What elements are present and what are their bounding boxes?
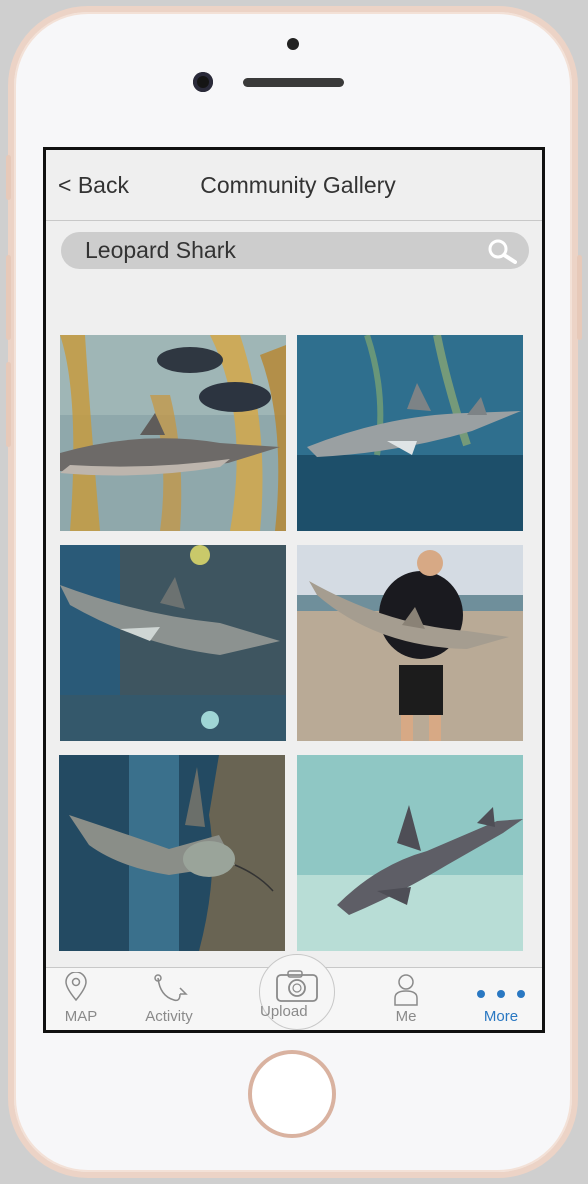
gallery-photo-1[interactable] xyxy=(60,335,286,531)
tab-upload-label: Upload xyxy=(260,1003,308,1020)
tab-more-label: More xyxy=(483,1008,519,1025)
search-field[interactable]: Leopard Shark xyxy=(61,232,529,269)
tab-activity[interactable]: Activity xyxy=(134,968,204,1030)
earpiece-speaker xyxy=(243,78,344,87)
tab-me-label: Me xyxy=(395,1008,417,1025)
gallery-photo-3[interactable] xyxy=(60,545,286,741)
power-button xyxy=(577,255,582,340)
volume-down-button xyxy=(6,362,11,447)
tab-me[interactable]: Me xyxy=(371,968,441,1030)
tab-map[interactable]: MAP xyxy=(46,968,116,1030)
search-input[interactable]: Leopard Shark xyxy=(85,237,236,264)
gallery-photo-4[interactable] xyxy=(297,545,523,741)
home-button[interactable] xyxy=(248,1050,336,1138)
person-icon xyxy=(394,974,418,1006)
tab-activity-label: Activity xyxy=(145,1008,193,1025)
search-icon[interactable] xyxy=(487,238,517,264)
volume-up-button xyxy=(6,255,11,340)
page-title: Community Gallery xyxy=(200,172,396,198)
front-camera xyxy=(193,72,213,92)
app-screen: < Back Community Gallery Leopard Shark M… xyxy=(43,147,545,1033)
tab-upload[interactable]: Upload xyxy=(259,954,335,1030)
tab-bar: MAP Activity Upload Me More xyxy=(46,954,542,1030)
mute-switch xyxy=(6,155,11,200)
more-dots-icon xyxy=(477,990,525,998)
gallery-photo-2[interactable] xyxy=(297,335,523,531)
tab-map-label: MAP xyxy=(64,1008,98,1025)
map-pin-icon xyxy=(65,972,87,1002)
tab-more[interactable]: More xyxy=(466,968,536,1030)
gallery-photo-5[interactable] xyxy=(59,755,285,951)
proximity-sensor xyxy=(287,38,299,50)
gallery-photo-6[interactable] xyxy=(297,755,523,951)
navigation-bar: < Back Community Gallery xyxy=(46,150,542,221)
fishing-line-icon xyxy=(154,974,188,1002)
